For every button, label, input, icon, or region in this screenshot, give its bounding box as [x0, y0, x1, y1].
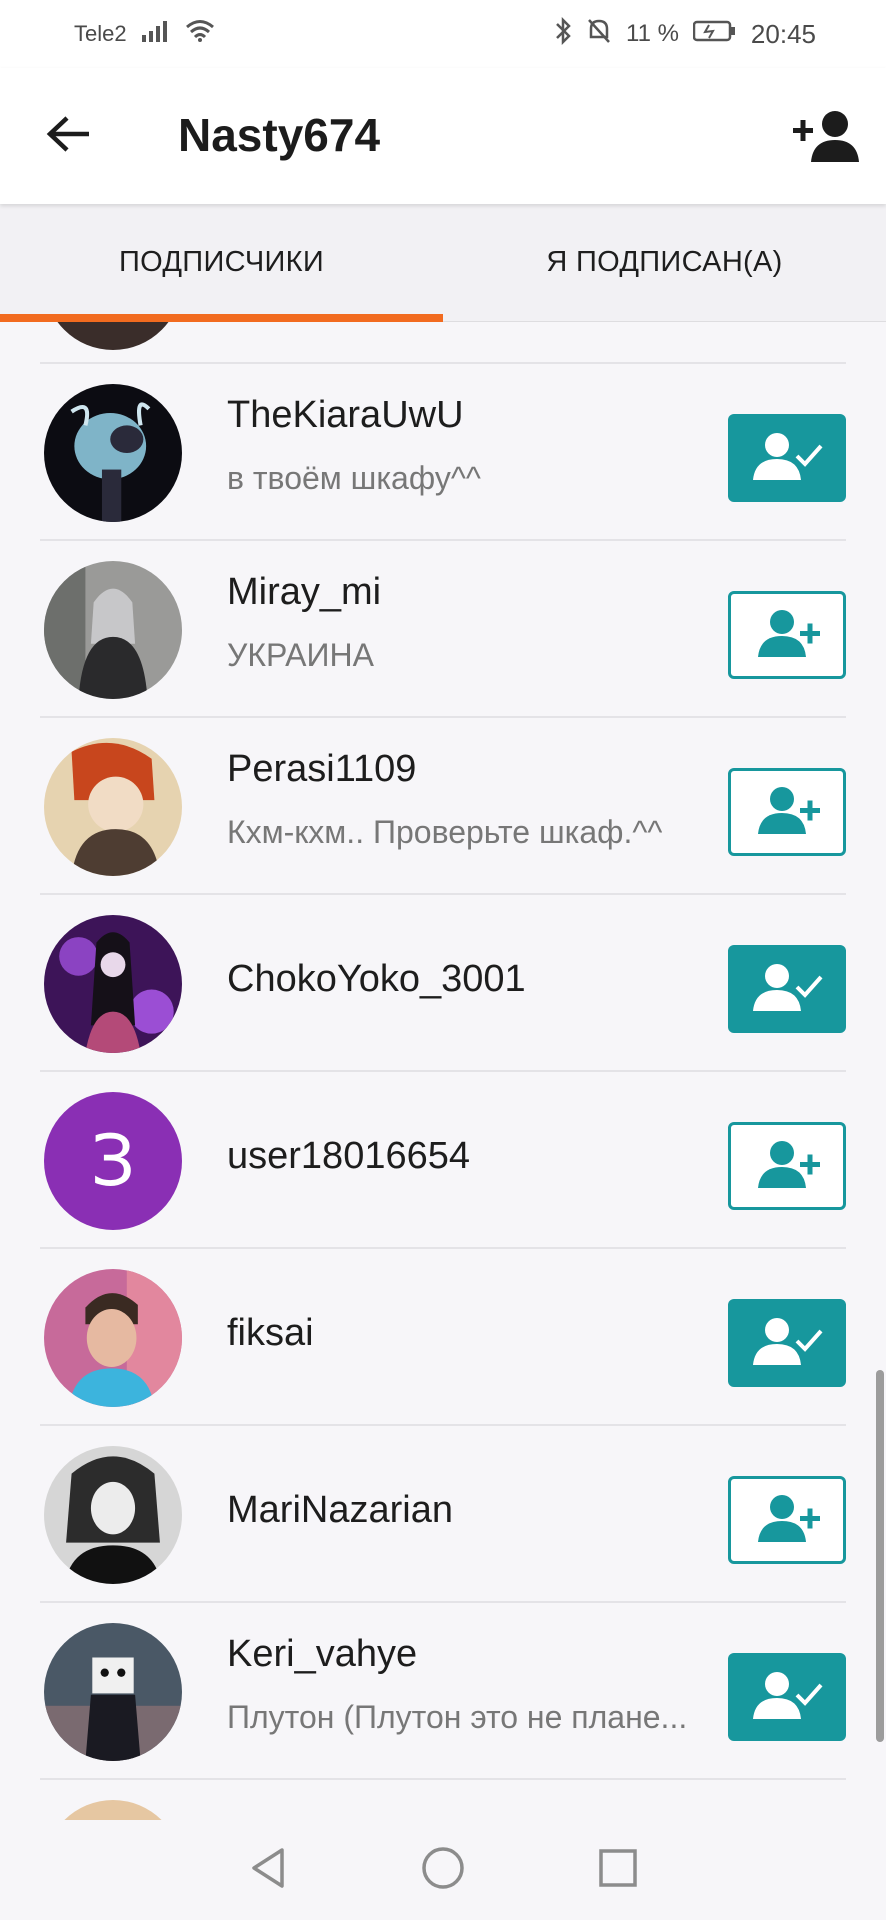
- username: Miray_mi: [227, 571, 382, 613]
- user-check-icon: [749, 430, 825, 487]
- bluetooth-icon: [554, 16, 572, 52]
- tab-following-label: Я ПОДПИСАН(А): [546, 246, 783, 278]
- triangle-back-icon: [248, 1846, 288, 1895]
- nav-recents-button[interactable]: [583, 1835, 653, 1905]
- username: ChokoYoko_3001: [227, 958, 526, 1000]
- user-check-icon: [749, 961, 825, 1018]
- signal-icon: [141, 19, 171, 50]
- clock: 20:45: [750, 18, 816, 49]
- avatar: [44, 738, 182, 876]
- list-item[interactable]: З user18016654: [0, 1072, 886, 1249]
- square-recents-icon: [598, 1848, 638, 1893]
- avatar: [44, 1623, 182, 1761]
- status-bar: Tele2 11 % 20:45: [0, 0, 886, 68]
- tab-bar: ПОДПИСЧИКИ Я ПОДПИСАН(А): [0, 204, 886, 322]
- avatar-initial: З: [90, 1120, 136, 1202]
- mute-icon: [586, 17, 612, 52]
- user-check-icon: [749, 1315, 825, 1372]
- user-plus-icon: [752, 607, 822, 664]
- avatar: [44, 322, 182, 350]
- avatar: [44, 1446, 182, 1584]
- avatar: [44, 384, 182, 522]
- user-plus-icon: [752, 1138, 822, 1195]
- following-button[interactable]: [728, 945, 846, 1033]
- list-item-partial[interactable]: [0, 322, 886, 364]
- followers-list[interactable]: TheKiaraUwU в твоём шкафу^^ Miray_mi УКР…: [0, 322, 886, 1820]
- following-button[interactable]: [728, 414, 846, 502]
- follow-button[interactable]: [728, 768, 846, 856]
- nav-back-button[interactable]: [233, 1835, 303, 1905]
- follow-button[interactable]: [728, 1476, 846, 1564]
- active-tab-indicator: [0, 314, 443, 322]
- app-bar: Nasty674: [0, 68, 886, 204]
- following-button[interactable]: [728, 1653, 846, 1741]
- follow-button[interactable]: [728, 591, 846, 679]
- user-status: в твоём шкафу^^: [227, 460, 481, 496]
- list-item[interactable]: fiksai: [0, 1249, 886, 1426]
- list-item[interactable]: ChokoYoko_3001: [0, 895, 886, 1072]
- username: MariNazarian: [227, 1489, 453, 1531]
- avatar-letter: З: [44, 1092, 182, 1230]
- username: user18016654: [227, 1135, 470, 1177]
- user-check-icon: [749, 1669, 825, 1726]
- user-status: Кхм-кхм.. Проверьте шкаф.^^: [227, 814, 663, 850]
- follow-button[interactable]: [728, 1122, 846, 1210]
- battery-text: 11 %: [626, 20, 679, 47]
- avatar: [44, 915, 182, 1053]
- username: TheKiaraUwU: [227, 394, 464, 436]
- add-user-button[interactable]: [786, 98, 866, 178]
- arrow-left-icon: [45, 114, 91, 159]
- list-item[interactable]: Perasi1109 Кхм-кхм.. Проверьте шкаф.^^: [0, 718, 886, 895]
- username: Keri_vahye: [227, 1633, 418, 1675]
- avatar: [44, 1269, 182, 1407]
- scrollbar[interactable]: [876, 1370, 884, 1742]
- list-item-partial[interactable]: [0, 1780, 886, 1820]
- back-button[interactable]: [32, 100, 104, 172]
- list-item[interactable]: Miray_mi УКРАИНА: [0, 541, 886, 718]
- list-item[interactable]: MariNazarian: [0, 1426, 886, 1603]
- add-user-icon: [791, 108, 861, 169]
- tab-followers-label: ПОДПИСЧИКИ: [119, 246, 324, 278]
- list-item[interactable]: TheKiaraUwU в твоём шкафу^^: [0, 364, 886, 541]
- wifi-icon: [185, 19, 215, 50]
- carrier-label: Tele2: [74, 21, 127, 46]
- avatar: [44, 561, 182, 699]
- user-status: Плутон (Плутон это не плане...: [227, 1699, 688, 1735]
- page-title: Nasty674: [178, 109, 381, 161]
- username: Perasi1109: [227, 748, 417, 790]
- circle-home-icon: [421, 1846, 465, 1895]
- username: fiksai: [227, 1312, 314, 1354]
- tab-following[interactable]: Я ПОДПИСАН(А): [443, 204, 886, 321]
- tab-followers[interactable]: ПОДПИСЧИКИ: [0, 204, 443, 322]
- battery-icon: [692, 19, 737, 50]
- following-button[interactable]: [728, 1299, 846, 1387]
- list-item[interactable]: Keri_vahye Плутон (Плутон это не плане..…: [0, 1603, 886, 1780]
- user-status: УКРАИНА: [227, 637, 374, 673]
- nav-home-button[interactable]: [408, 1835, 478, 1905]
- avatar: [44, 1800, 182, 1820]
- system-nav-bar: [0, 1820, 886, 1920]
- user-plus-icon: [752, 1492, 822, 1549]
- user-plus-icon: [752, 784, 822, 841]
